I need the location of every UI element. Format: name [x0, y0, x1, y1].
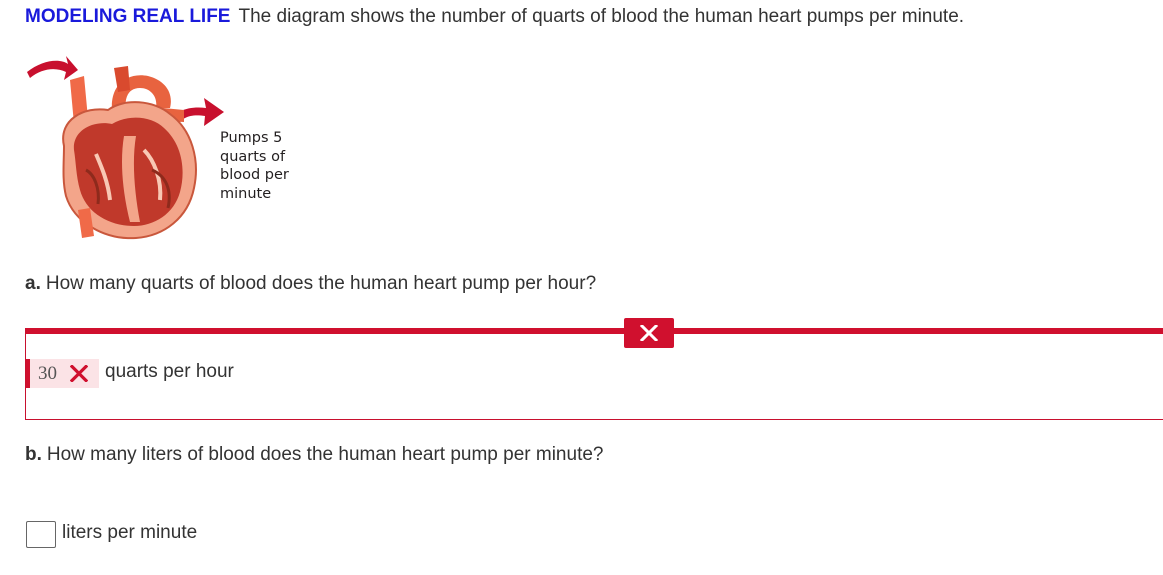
- problem-statement: MODELING REAL LIFE The diagram shows the …: [25, 6, 964, 28]
- question-b-text: How many liters of blood does the human …: [46, 444, 604, 465]
- answer-b-input[interactable]: [26, 521, 56, 548]
- question-a-label: a.: [25, 273, 41, 294]
- question-a: a. How many quarts of blood does the huma…: [25, 273, 596, 295]
- heart-illustration: [27, 56, 224, 240]
- problem-tag: MODELING REAL LIFE: [25, 6, 231, 27]
- caption-line: quarts of: [220, 148, 286, 165]
- figure-caption: Pumps 5 quarts of blood per minute: [220, 129, 310, 203]
- question-b-label: b.: [25, 444, 42, 465]
- caption-line: minute: [220, 185, 272, 202]
- problem-text: The diagram shows the number of quarts o…: [238, 6, 965, 27]
- heart-diagram: Pumps 5 quarts of blood per minute: [24, 50, 304, 246]
- incorrect-badge[interactable]: [624, 318, 674, 348]
- answer-a-feedback-box: 30 quarts per hour: [25, 318, 1163, 420]
- answer-a-input[interactable]: 30: [26, 359, 99, 388]
- question-b: b. How many liters of blood does the huma…: [25, 444, 603, 466]
- caption-line: Pumps 5: [220, 130, 283, 146]
- inflow-arrow-icon: [27, 56, 78, 80]
- incorrect-feedback-bar: [26, 328, 1163, 334]
- answer-b-unit: liters per minute: [62, 522, 198, 543]
- caption-line: blood per: [220, 167, 289, 183]
- answer-a-unit: quarts per hour: [105, 361, 234, 382]
- incorrect-mark-icon: [70, 365, 88, 382]
- close-icon: [640, 325, 658, 341]
- question-a-text: How many quarts of blood does the human …: [45, 273, 597, 294]
- answer-a-value: 30: [38, 363, 57, 384]
- page: MODELING REAL LIFE The diagram shows the …: [0, 0, 1163, 575]
